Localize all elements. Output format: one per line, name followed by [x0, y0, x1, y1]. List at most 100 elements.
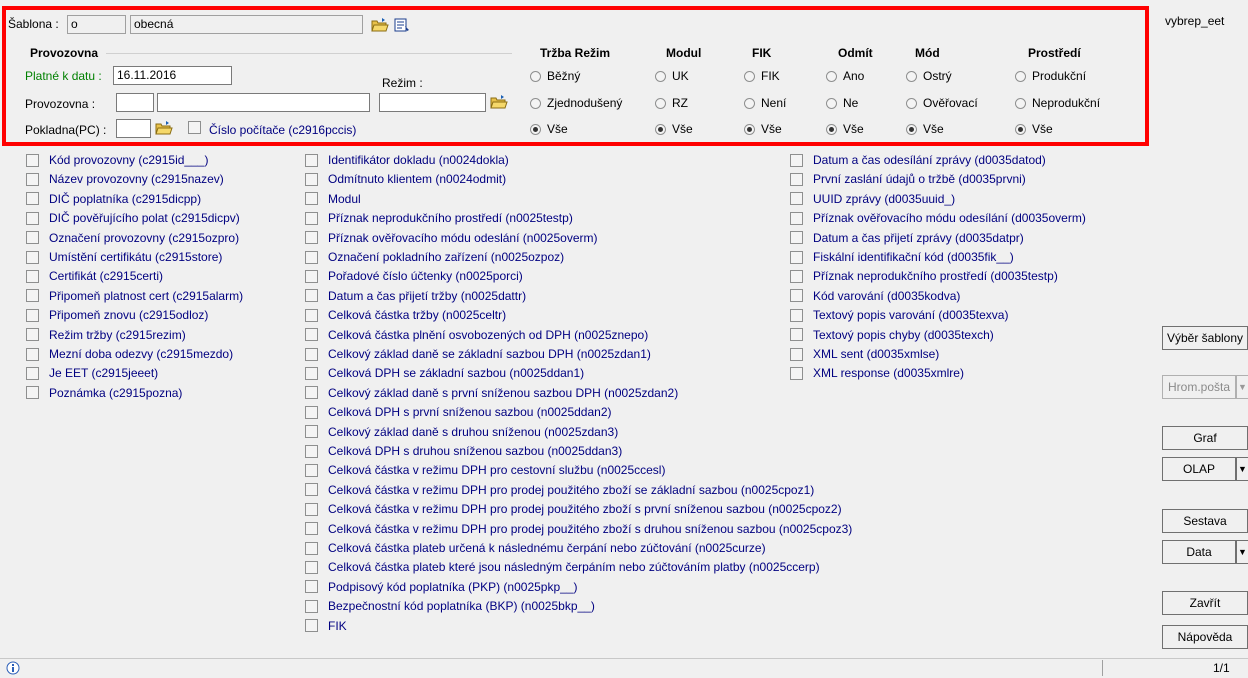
checkbox[interactable]	[790, 366, 803, 380]
checkbox[interactable]	[26, 366, 39, 380]
field-checkbox-item[interactable]: Příznak ověřovacího módu odeslání (n0025…	[305, 229, 597, 247]
field-checkbox-item[interactable]: Celková částka plateb které jsou následn…	[305, 558, 820, 576]
checkbox[interactable]	[305, 522, 318, 536]
checkbox[interactable]	[305, 425, 318, 439]
field-checkbox-item[interactable]: Podpisový kód poplatníka (PKP) (n0025pkp…	[305, 578, 578, 596]
field-checkbox-item[interactable]: Celková DPH se základní sazbou (n0025dda…	[305, 364, 584, 382]
checkbox[interactable]	[305, 231, 318, 245]
field-checkbox-item[interactable]: Fiskální identifikační kód (d0035fik__)	[790, 248, 1014, 266]
checkbox[interactable]	[790, 308, 803, 322]
report-button[interactable]: Sestava	[1162, 509, 1248, 533]
checkbox[interactable]	[305, 250, 318, 264]
checkbox[interactable]	[305, 463, 318, 477]
bulk-mail-button[interactable]: Hrom.pošta	[1162, 375, 1236, 399]
chart-button[interactable]: Graf	[1162, 426, 1248, 450]
field-checkbox-item[interactable]: Připomeň platnost cert (c2915alarm)	[26, 287, 243, 305]
checkbox[interactable]	[26, 328, 39, 342]
data-button[interactable]: Data	[1162, 540, 1236, 564]
field-checkbox-item[interactable]: Modul	[305, 190, 361, 208]
checkbox[interactable]	[305, 366, 318, 380]
olap-dropdown-icon[interactable]: ▼	[1236, 457, 1248, 481]
checkbox[interactable]	[305, 541, 318, 555]
checkbox[interactable]	[305, 289, 318, 303]
field-checkbox-item[interactable]: Umístění certifikátu (c2915store)	[26, 248, 222, 266]
field-checkbox-item[interactable]: Bezpečnostní kód poplatníka (BKP) (n0025…	[305, 597, 595, 615]
field-checkbox-item[interactable]: Poznámka (c2915pozna)	[26, 384, 182, 402]
checkbox[interactable]	[790, 211, 803, 225]
help-button[interactable]: Nápověda	[1162, 625, 1248, 649]
checkbox[interactable]	[26, 211, 39, 225]
field-checkbox-item[interactable]: Odmítnuto klientem (n0024odmit)	[305, 170, 506, 188]
bulk-mail-dropdown-icon[interactable]: ▼	[1236, 375, 1248, 399]
checkbox[interactable]	[26, 386, 39, 400]
checkbox[interactable]	[26, 153, 39, 167]
field-checkbox-item[interactable]: Identifikátor dokladu (n0024dokla)	[305, 151, 509, 169]
checkbox[interactable]	[790, 153, 803, 167]
field-checkbox-item[interactable]: DIČ pověřujícího polat (c2915dicpv)	[26, 209, 240, 227]
field-checkbox-item[interactable]: Kód varování (d0035kodva)	[790, 287, 960, 305]
field-checkbox-item[interactable]: Celkový základ daně se základní sazbou D…	[305, 345, 651, 363]
field-checkbox-item[interactable]: XML response (d0035xmlre)	[790, 364, 964, 382]
checkbox[interactable]	[305, 444, 318, 458]
checkbox[interactable]	[305, 192, 318, 206]
field-checkbox-item[interactable]: Celková částka tržby (n0025celtr)	[305, 306, 506, 324]
checkbox[interactable]	[26, 289, 39, 303]
field-checkbox-item[interactable]: Datum a čas přijetí zprávy (d0035datpr)	[790, 229, 1024, 247]
checkbox[interactable]	[26, 269, 39, 283]
field-checkbox-item[interactable]: Textový popis varování (d0035texva)	[790, 306, 1008, 324]
checkbox[interactable]	[790, 192, 803, 206]
checkbox[interactable]	[26, 192, 39, 206]
field-checkbox-item[interactable]: Textový popis chyby (d0035texch)	[790, 326, 994, 344]
checkbox[interactable]	[305, 172, 318, 186]
checkbox[interactable]	[790, 231, 803, 245]
template-select-button[interactable]: Výběr šablony	[1162, 326, 1248, 350]
checkbox[interactable]	[305, 580, 318, 594]
checkbox[interactable]	[790, 289, 803, 303]
field-checkbox-item[interactable]: XML sent (d0035xmlse)	[790, 345, 939, 363]
checkbox[interactable]	[790, 172, 803, 186]
checkbox[interactable]	[305, 386, 318, 400]
checkbox[interactable]	[305, 308, 318, 322]
field-checkbox-item[interactable]: Celkový základ daně s druhou sníženou (n…	[305, 423, 618, 441]
checkbox[interactable]	[26, 172, 39, 186]
data-dropdown-icon[interactable]: ▼	[1236, 540, 1248, 564]
olap-button[interactable]: OLAP	[1162, 457, 1236, 481]
checkbox[interactable]	[305, 269, 318, 283]
field-checkbox-item[interactable]: Celkový základ daně s první sníženou saz…	[305, 384, 678, 402]
field-checkbox-item[interactable]: Kód provozovny (c2915id___)	[26, 151, 208, 169]
checkbox[interactable]	[305, 483, 318, 497]
field-checkbox-item[interactable]: Označení provozovny (c2915ozpro)	[26, 229, 239, 247]
checkbox[interactable]	[305, 560, 318, 574]
checkbox[interactable]	[305, 405, 318, 419]
field-checkbox-item[interactable]: Příznak ověřovacího módu odesílání (d003…	[790, 209, 1086, 227]
field-checkbox-item[interactable]: UUID zprávy (d0035uuid_)	[790, 190, 955, 208]
field-checkbox-item[interactable]: Označení pokladního zařízení (n0025ozpoz…	[305, 248, 564, 266]
checkbox[interactable]	[305, 502, 318, 516]
field-checkbox-item[interactable]: Celková částka plnění osvobozených od DP…	[305, 326, 648, 344]
field-checkbox-item[interactable]: Celková DPH s druhou sníženou sazbou (n0…	[305, 442, 622, 460]
field-checkbox-item[interactable]: Celková částka v režimu DPH pro prodej p…	[305, 500, 842, 518]
checkbox[interactable]	[26, 308, 39, 322]
field-checkbox-item[interactable]: Celková částka v režimu DPH pro prodej p…	[305, 520, 852, 538]
checkbox[interactable]	[790, 328, 803, 342]
checkbox[interactable]	[305, 153, 318, 167]
field-checkbox-item[interactable]: První zaslání údajů o tržbě (d0035prvni)	[790, 170, 1026, 188]
checkbox[interactable]	[26, 231, 39, 245]
field-checkbox-item[interactable]: Název provozovny (c2915nazev)	[26, 170, 224, 188]
field-checkbox-item[interactable]: Celková částka plateb určená k následném…	[305, 539, 766, 557]
checkbox[interactable]	[26, 250, 39, 264]
checkbox[interactable]	[305, 599, 318, 613]
field-checkbox-item[interactable]: Je EET (c2915jeeet)	[26, 364, 158, 382]
field-checkbox-item[interactable]: Příznak neprodukčního prostředí (d0035te…	[790, 267, 1058, 285]
field-checkbox-item[interactable]: Příznak neprodukčního prostředí (n0025te…	[305, 209, 573, 227]
field-checkbox-item[interactable]: Mezní doba odezvy (c2915mezdo)	[26, 345, 233, 363]
field-checkbox-item[interactable]: Certifikát (c2915certi)	[26, 267, 163, 285]
field-checkbox-item[interactable]: FIK	[305, 617, 347, 635]
field-checkbox-item[interactable]: Celková částka v režimu DPH pro cestovní…	[305, 461, 665, 479]
field-checkbox-item[interactable]: Celková částka v režimu DPH pro prodej p…	[305, 481, 814, 499]
field-checkbox-item[interactable]: Připomeň znovu (c2915odloz)	[26, 306, 208, 324]
field-checkbox-item[interactable]: Celková DPH s první sníženou sazbou (n00…	[305, 403, 612, 421]
checkbox[interactable]	[26, 347, 39, 361]
field-checkbox-item[interactable]: Datum a čas odesílání zprávy (d0035datod…	[790, 151, 1046, 169]
close-button[interactable]: Zavřít	[1162, 591, 1248, 615]
